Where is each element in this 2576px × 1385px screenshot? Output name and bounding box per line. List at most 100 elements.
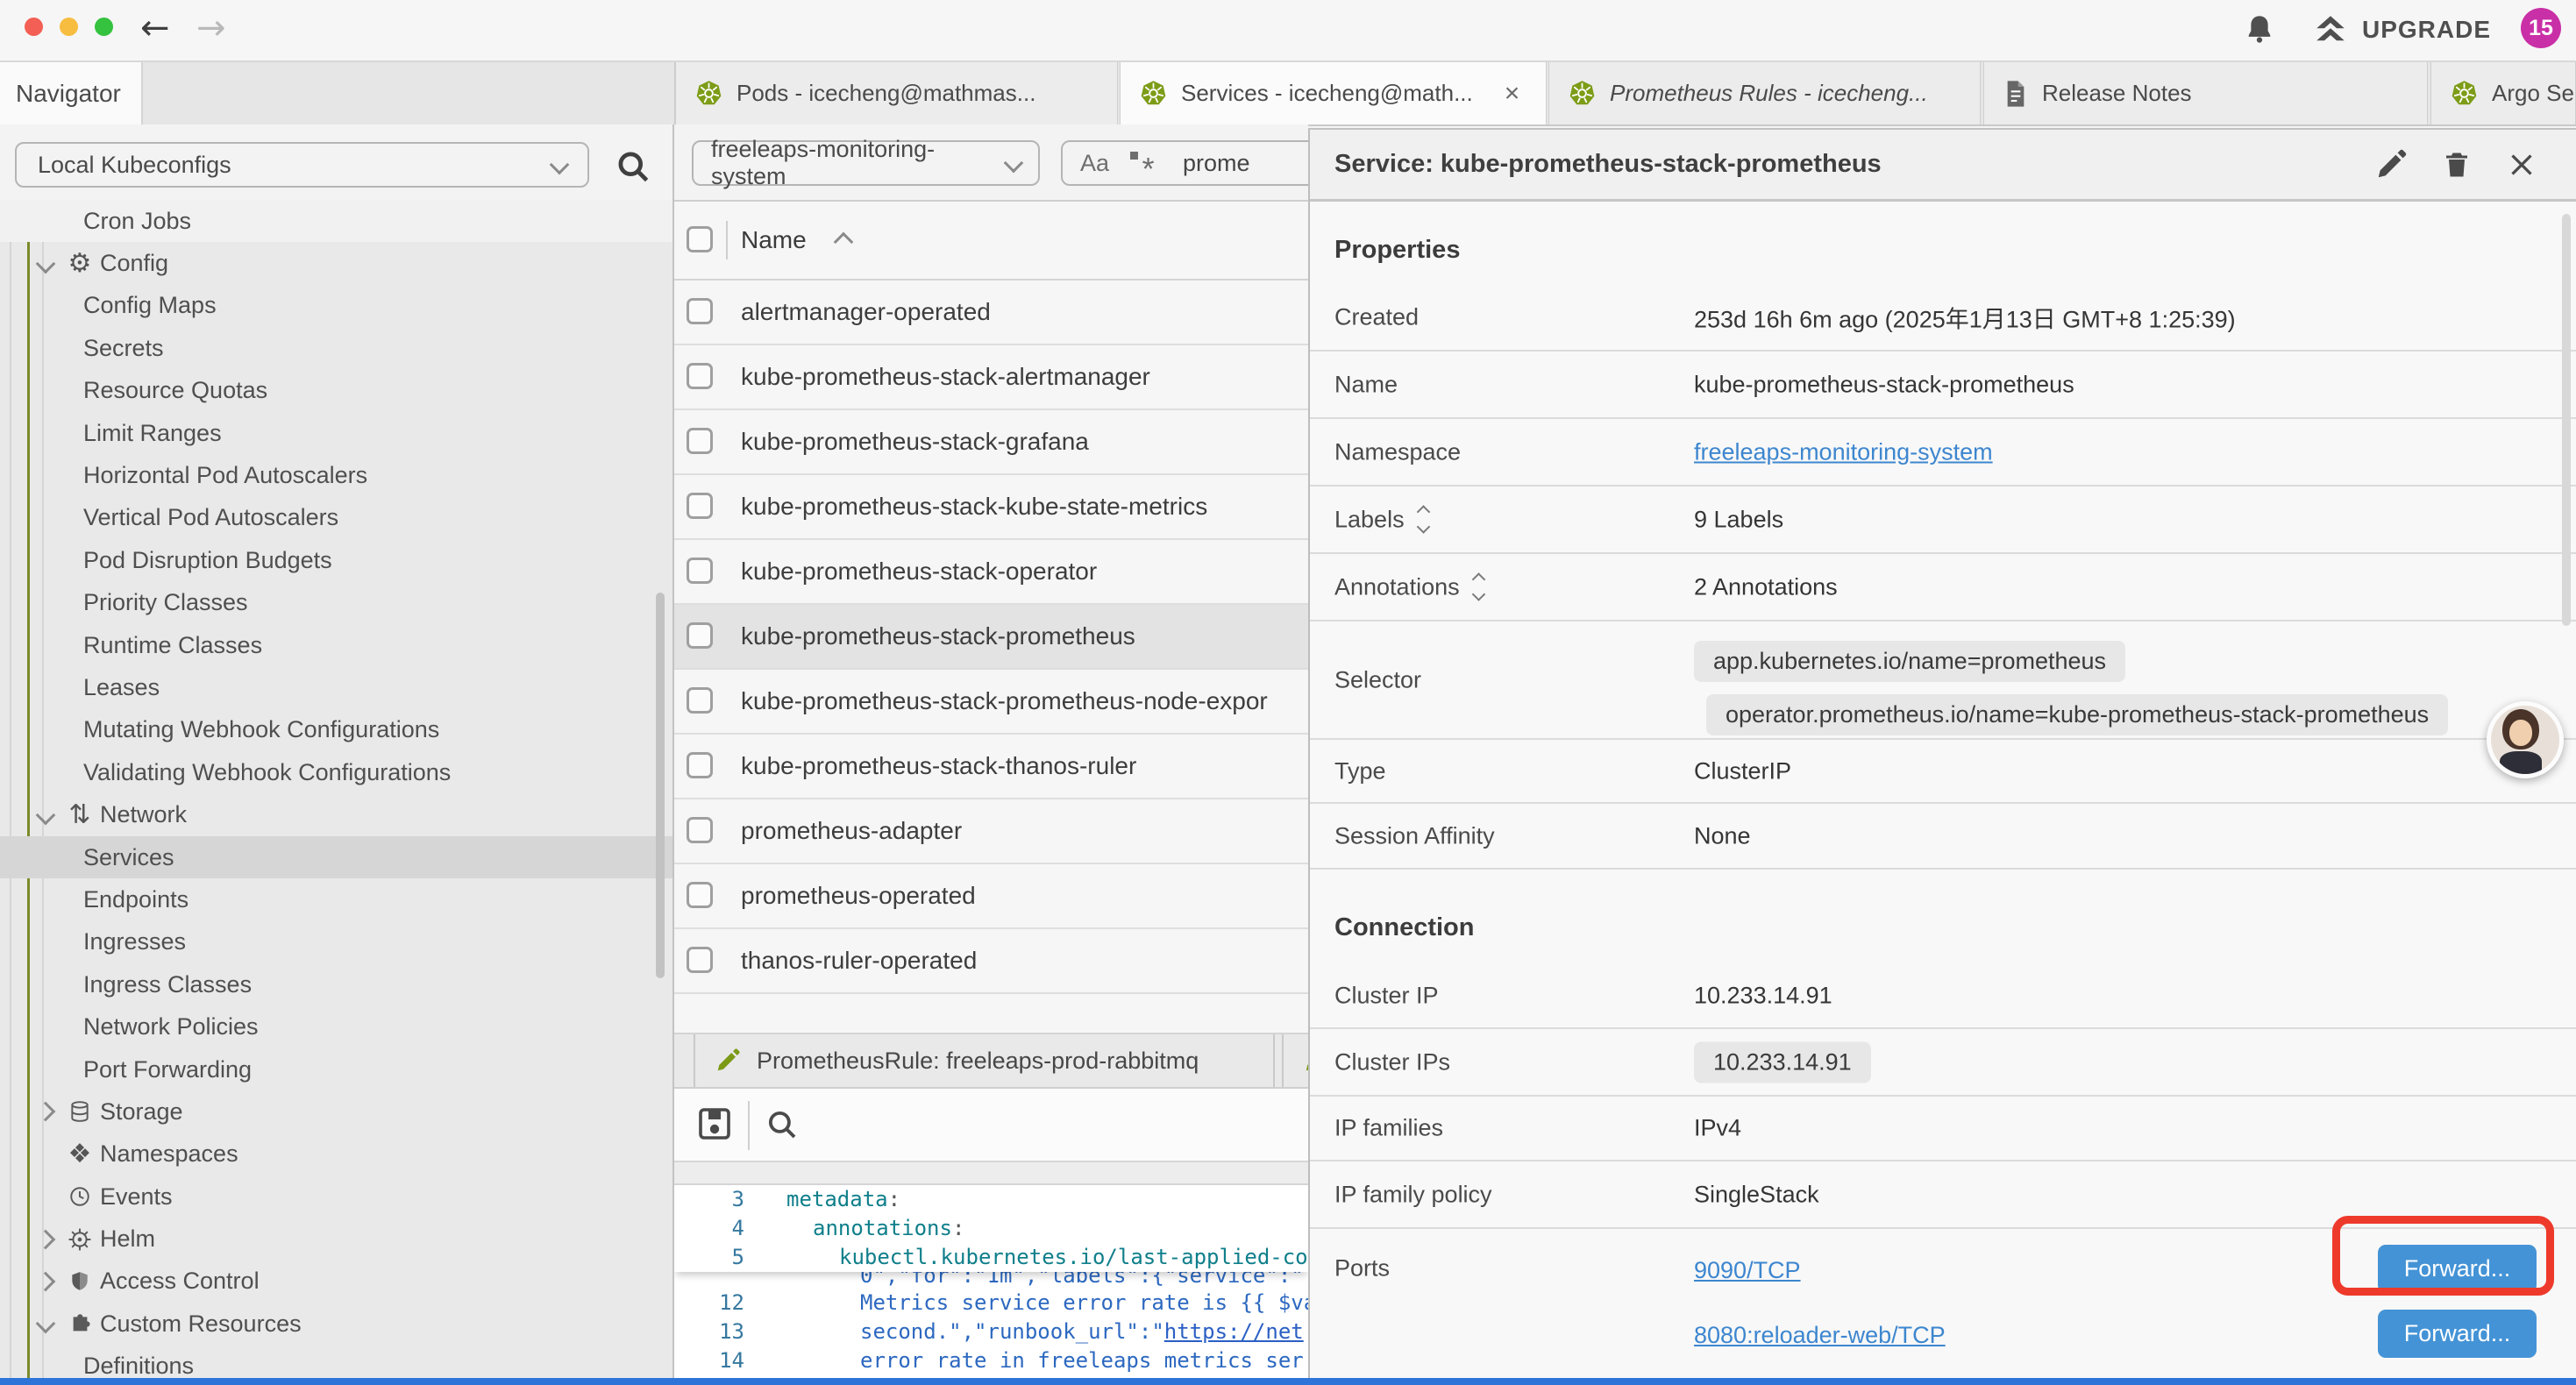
sidebar-scrollbar[interactable] xyxy=(656,593,665,978)
edit-pencil-icon[interactable] xyxy=(2374,148,2408,181)
sidebar-item-services[interactable]: Services xyxy=(0,836,674,878)
sidebar-item-config[interactable]: ⚙Config xyxy=(0,242,674,284)
editor-search-icon[interactable] xyxy=(764,1106,801,1143)
editor-tab-prometheusrule[interactable]: PrometheusRule: freeleaps-prod-rabbitmq xyxy=(694,1034,1275,1087)
row-checkbox[interactable] xyxy=(687,493,713,519)
close-icon[interactable] xyxy=(2506,149,2537,181)
table-row[interactable]: kube-prometheus-stack-thanos-ruler xyxy=(674,735,1308,799)
window-minimize-button[interactable] xyxy=(60,18,78,36)
chevron-down-icon[interactable] xyxy=(36,805,56,825)
save-icon[interactable] xyxy=(694,1103,736,1145)
sidebar-item-leases[interactable]: Leases xyxy=(0,666,674,708)
sidebar-item-vertical-pod-autoscalers[interactable]: Vertical Pod Autoscalers xyxy=(0,497,674,539)
upgrade-button[interactable]: UPGRADE xyxy=(2311,11,2491,48)
line-code: Metrics service error rate is {{ $va xyxy=(860,1289,1308,1318)
sidebar-item-network[interactable]: ⇅Network xyxy=(0,793,674,835)
sidebar-item-helm[interactable]: Helm xyxy=(0,1218,674,1260)
tab-services-icecheng-math-[interactable]: Services - icecheng@math...× xyxy=(1120,62,1547,124)
chevron-right-icon[interactable] xyxy=(36,1102,56,1122)
kubeconfig-selector[interactable]: Local Kubeconfigs xyxy=(15,142,589,188)
table-row[interactable]: kube-prometheus-stack-prometheus xyxy=(674,605,1308,670)
sidebar-item-pod-disruption-budgets[interactable]: Pod Disruption Budgets xyxy=(0,539,674,581)
avatar[interactable] xyxy=(2487,701,2564,778)
sidebar-item-runtime-classes[interactable]: Runtime Classes xyxy=(0,624,674,666)
sidebar-item-namespaces[interactable]: ❖Namespaces xyxy=(0,1133,674,1175)
sidebar-item-network-policies[interactable]: Network Policies xyxy=(0,1005,674,1048)
chevron-down-icon[interactable] xyxy=(36,1314,56,1334)
code-link[interactable]: https://net xyxy=(1164,1319,1304,1344)
row-checkbox[interactable] xyxy=(687,882,713,908)
row-checkbox[interactable] xyxy=(687,817,713,843)
sort-ascending-icon[interactable] xyxy=(834,232,854,252)
window-zoom-button[interactable] xyxy=(95,18,113,36)
sidebar-item-secrets[interactable]: Secrets xyxy=(0,327,674,369)
sidebar-item-ingresses[interactable]: Ingresses xyxy=(0,921,674,963)
sidebar-item-validating-webhook-configurations[interactable]: Validating Webhook Configurations xyxy=(0,751,674,793)
detail-panel-scrollbar[interactable] xyxy=(2562,214,2571,626)
port-link[interactable]: 9090/TCP xyxy=(1694,1257,1801,1283)
table-row[interactable]: kube-prometheus-stack-operator xyxy=(674,540,1308,605)
port-link[interactable]: 8080:reloader-web/TCP xyxy=(1694,1322,1946,1348)
sidebar-item-custom-resources[interactable]: Custom Resources xyxy=(0,1303,674,1345)
sidebar-item-mutating-webhook-configurations[interactable]: Mutating Webhook Configurations xyxy=(0,709,674,751)
sidebar-item-access-control[interactable]: Access Control xyxy=(0,1261,674,1303)
row-checkbox[interactable] xyxy=(687,947,713,973)
forward-arrow-icon[interactable]: → xyxy=(196,7,226,49)
table-row[interactable]: kube-prometheus-stack-kube-state-metrics xyxy=(674,475,1308,540)
row-checkbox[interactable] xyxy=(687,298,713,324)
sidebar-item-horizontal-pod-autoscalers[interactable]: Horizontal Pod Autoscalers xyxy=(0,454,674,496)
value-chip: app.kubernetes.io/name=prometheus xyxy=(1694,641,2125,682)
notification-count-badge[interactable]: 15 xyxy=(2521,8,2561,48)
delete-trash-icon[interactable] xyxy=(2441,148,2473,181)
row-checkbox[interactable] xyxy=(687,752,713,778)
chevron-down-icon[interactable] xyxy=(36,253,56,273)
forward-button[interactable]: Forward... xyxy=(2378,1310,2537,1358)
sidebar-item-limit-ranges[interactable]: Limit Ranges xyxy=(0,412,674,454)
close-tab-icon[interactable]: × xyxy=(1505,79,1520,109)
row-checkbox[interactable] xyxy=(687,687,713,714)
tab-release-notes[interactable]: Release Notes xyxy=(1983,62,2428,124)
tab-pods-icecheng-mathmas-[interactable]: Pods - icecheng@mathmas... xyxy=(675,62,1118,124)
sidebar-item-config-maps[interactable]: Config Maps xyxy=(0,285,674,327)
list-search-input[interactable]: Aa * prome xyxy=(1061,140,1308,186)
yaml-editor[interactable]: 3metadata:4annotations:5kubectl.kubernet… xyxy=(674,1185,1308,1378)
sidebar-item-port-forwarding[interactable]: Port Forwarding xyxy=(0,1048,674,1090)
back-arrow-icon[interactable]: ← xyxy=(140,7,170,49)
sidebar-item-storage[interactable]: Storage xyxy=(0,1090,674,1133)
detail-row-label: Annotations xyxy=(1334,573,1484,600)
table-row[interactable]: kube-prometheus-stack-alertmanager xyxy=(674,345,1308,410)
sidebar-item-ingress-classes[interactable]: Ingress Classes xyxy=(0,963,674,1005)
notifications-bell-icon[interactable] xyxy=(2241,11,2278,48)
name-column-header[interactable]: Name xyxy=(741,226,807,254)
table-row[interactable]: kube-prometheus-stack-grafana xyxy=(674,410,1308,475)
table-row[interactable]: prometheus-operated xyxy=(674,864,1308,929)
sidebar-item-events[interactable]: Events xyxy=(0,1175,674,1218)
editor-tab-partial[interactable] xyxy=(1282,1034,1308,1087)
sort-updown-icon[interactable] xyxy=(1474,575,1484,600)
chevron-right-icon[interactable] xyxy=(36,1272,56,1292)
select-all-checkbox[interactable] xyxy=(687,226,713,252)
sidebar-item-priority-classes[interactable]: Priority Classes xyxy=(0,582,674,624)
window-close-button[interactable] xyxy=(25,18,43,36)
table-row[interactable]: kube-prometheus-stack-prometheus-node-ex… xyxy=(674,670,1308,735)
match-case-toggle[interactable]: Aa xyxy=(1080,150,1109,177)
tab-navigator[interactable]: Navigator xyxy=(0,62,143,124)
search-icon[interactable] xyxy=(614,147,652,186)
sidebar-item-resource-quotas[interactable]: Resource Quotas xyxy=(0,370,674,412)
row-checkbox[interactable] xyxy=(687,558,713,584)
sidebar-item-endpoints[interactable]: Endpoints xyxy=(0,878,674,920)
row-checkbox[interactable] xyxy=(687,622,713,649)
row-checkbox[interactable] xyxy=(687,428,713,454)
tab-prometheus-rules-icecheng-[interactable]: Prometheus Rules - icecheng... xyxy=(1548,62,1981,124)
table-row[interactable]: prometheus-adapter xyxy=(674,799,1308,864)
namespace-filter-select[interactable]: freeleaps-monitoring-system xyxy=(692,140,1040,186)
sort-updown-icon[interactable] xyxy=(1419,508,1428,532)
sidebar-item-definitions[interactable]: Definitions xyxy=(0,1346,674,1378)
table-row[interactable]: thanos-ruler-operated xyxy=(674,929,1308,994)
chevron-right-icon[interactable] xyxy=(36,1229,56,1249)
table-row[interactable]: alertmanager-operated xyxy=(674,281,1308,345)
row-checkbox[interactable] xyxy=(687,363,713,389)
tab-argo-se[interactable]: Argo Se xyxy=(2430,62,2576,124)
detail-row-value[interactable]: freeleaps-monitoring-system xyxy=(1694,438,1993,465)
sidebar-item-cron-jobs[interactable]: Cron Jobs xyxy=(0,200,674,242)
